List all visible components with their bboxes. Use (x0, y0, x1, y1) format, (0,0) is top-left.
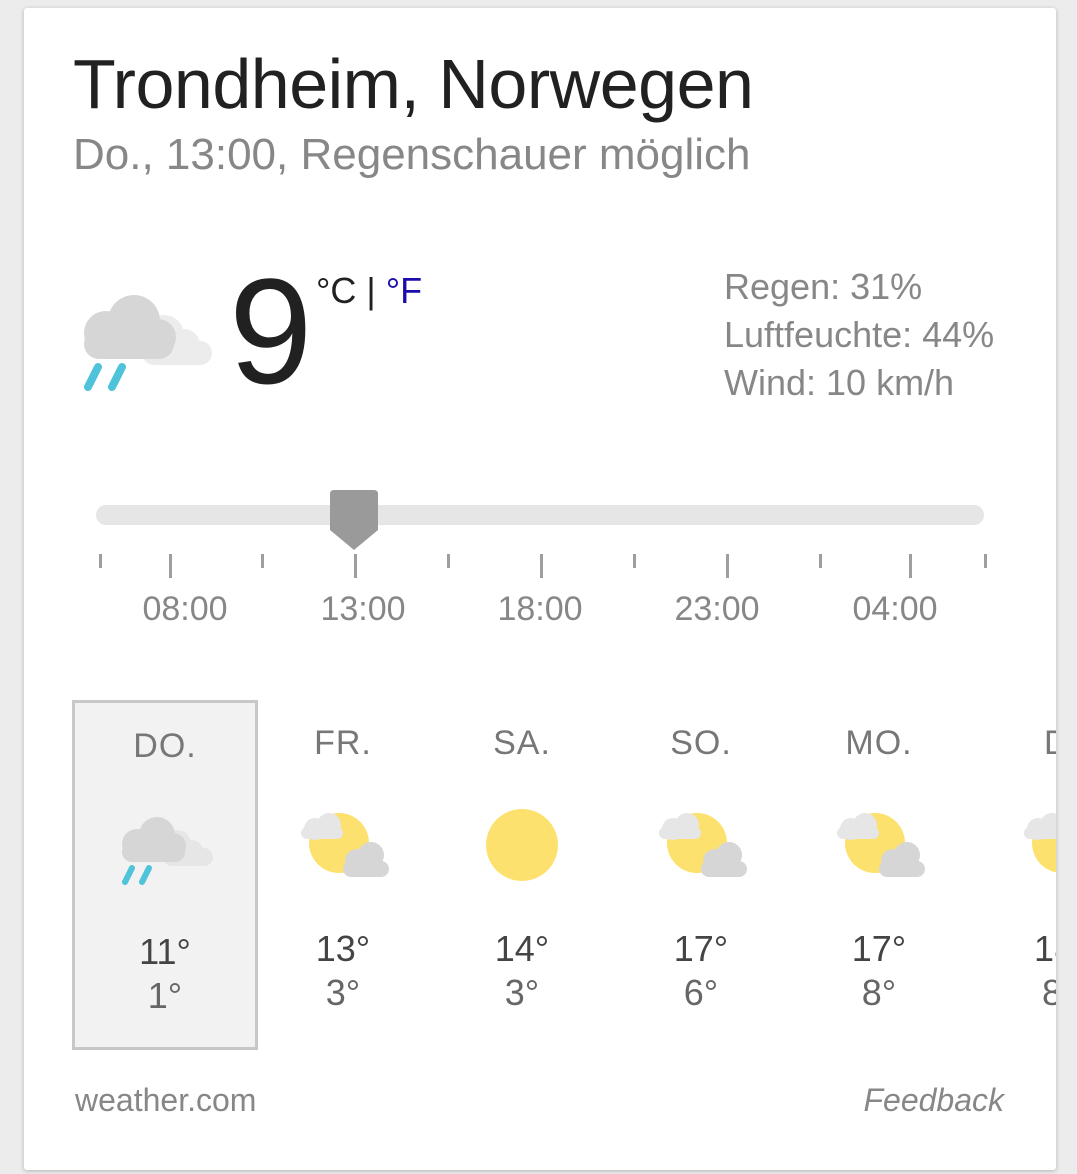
time-slider-handle[interactable] (330, 490, 378, 552)
sun-icon (486, 809, 558, 881)
timeline-tick (909, 554, 912, 578)
day-high: 18 (1034, 928, 1056, 969)
day-low: 3° (504, 972, 540, 1013)
timeline-tick (169, 554, 172, 578)
day-name: SA. (493, 724, 551, 762)
day-low: 3° (325, 972, 361, 1013)
day-name: MO. (845, 724, 913, 762)
source-link[interactable]: weather.com (75, 1082, 256, 1119)
day-name: FR. (314, 724, 372, 762)
time-slider-track[interactable] (96, 505, 984, 525)
partly-sunny-icon (837, 813, 925, 877)
timeline-tick (354, 554, 357, 578)
rain-cloud-icon (84, 295, 212, 391)
day-low: 1° (147, 975, 183, 1016)
weather-card: Trondheim, Norwegen Do., 13:00, Regensch… (24, 8, 1056, 1170)
day-name: SO. (670, 724, 732, 762)
day-name: D (1006, 724, 1056, 763)
day-high: 13° (315, 928, 371, 969)
unit-toggle: °C | °F (316, 270, 422, 312)
timeline-label[interactable]: 04:00 (835, 590, 955, 629)
day-low: 8° (861, 972, 897, 1013)
timeline-tick (261, 554, 264, 568)
location-title: Trondheim, Norwegen (73, 45, 754, 123)
partly-sunny-icon (659, 813, 747, 877)
wind-speed: Wind: 10 km/h (724, 362, 955, 403)
current-temperature: 9 (229, 247, 313, 415)
timeline-label[interactable]: 13:00 (303, 590, 423, 629)
unit-celsius[interactable]: °C (316, 270, 356, 311)
day-high: 17° (851, 928, 907, 969)
timeline-label[interactable]: 18:00 (480, 590, 600, 629)
timeline-label[interactable]: 23:00 (657, 590, 777, 629)
day-low: 8 (1042, 972, 1056, 1013)
forecast-day-friday[interactable]: FR. 13° 3° (250, 700, 436, 1050)
unit-fahrenheit-link[interactable]: °F (386, 270, 422, 311)
condition-subtitle: Do., 13:00, Regenschauer möglich (73, 130, 751, 179)
feedback-link[interactable]: Feedback (863, 1082, 1004, 1119)
rain-cloud-icon (122, 817, 213, 885)
day-low: 6° (683, 972, 719, 1013)
forecast-day-thursday[interactable]: DO. 11° 1° (72, 700, 258, 1050)
timeline-label[interactable]: 08:00 (125, 590, 245, 629)
rain-chance: Regen: 31% (724, 266, 923, 307)
forecast-day-saturday[interactable]: SA. 14° 3° (429, 700, 615, 1050)
partly-sunny-icon (301, 813, 389, 877)
day-high: 17° (673, 928, 729, 969)
weather-details: Regen: 31% Luftfeuchte: 44% Wind: 10 km/… (724, 263, 994, 407)
partly-sunny-icon (1024, 813, 1056, 873)
timeline-tick (819, 554, 822, 568)
timeline-tick (447, 554, 450, 568)
timeline-tick (540, 554, 543, 578)
humidity: Luftfeuchte: 44% (724, 314, 995, 355)
forecast-day-monday[interactable]: MO. 17° 8° (786, 700, 972, 1050)
timeline-tick (99, 554, 102, 568)
timeline-tick (984, 554, 987, 568)
timeline-tick (633, 554, 636, 568)
timeline-tick (726, 554, 729, 578)
day-high: 11° (139, 931, 191, 972)
day-high: 14° (494, 928, 550, 969)
forecast-day-partial[interactable]: D 18 8 (1006, 700, 1056, 1050)
unit-separator: | (366, 270, 376, 311)
forecast-day-sunday[interactable]: SO. 17° 6° (608, 700, 794, 1050)
day-name: DO. (133, 727, 197, 765)
